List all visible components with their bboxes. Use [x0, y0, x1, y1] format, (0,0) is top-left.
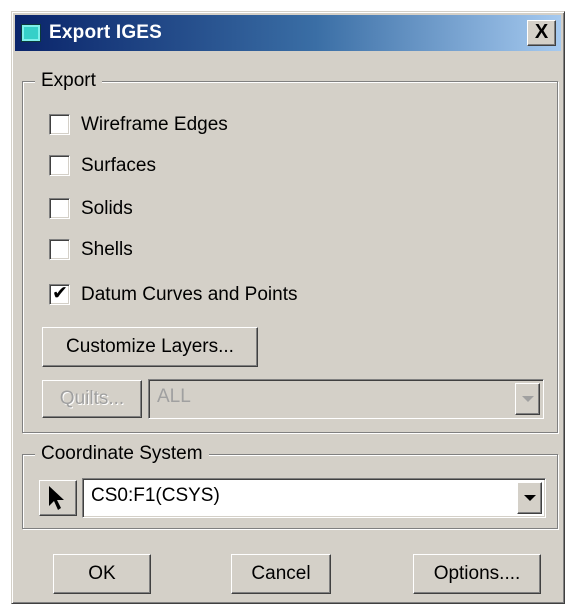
quilts-button[interactable]: Quilts... [42, 380, 142, 418]
cursor-arrow-icon [49, 486, 64, 510]
close-button[interactable]: X [527, 20, 556, 46]
app-icon [21, 24, 41, 42]
coordinate-system-value: CS0:F1(CSYS) [91, 485, 220, 506]
surfaces-label: Surfaces [81, 155, 156, 176]
export-group-label: Export [35, 70, 102, 92]
title-bar[interactable]: Export IGES X [15, 15, 561, 51]
coordinate-system-select[interactable]: CS0:F1(CSYS) [82, 478, 546, 518]
export-iges-dialog: Export IGES X Export Wireframe Edges Sur… [11, 11, 565, 604]
datum-curves-points-label: Datum Curves and Points [81, 284, 298, 305]
wireframe-edges-label: Wireframe Edges [81, 114, 228, 135]
quilts-dropdown-button[interactable] [515, 383, 540, 415]
wireframe-edges-checkbox[interactable] [49, 114, 70, 135]
ok-button[interactable]: OK [53, 554, 151, 594]
solids-label: Solids [81, 198, 133, 219]
check-mark-icon: ✔ [52, 283, 68, 304]
quilts-select-value: ALL [157, 386, 191, 407]
datum-curves-points-checkbox[interactable]: ✔ [49, 283, 70, 305]
chevron-down-icon [522, 396, 534, 402]
coordinate-system-label: Coordinate System [35, 443, 209, 465]
surfaces-checkbox[interactable] [49, 155, 70, 176]
dialog-title: Export IGES [49, 22, 163, 43]
solids-checkbox[interactable] [49, 198, 70, 219]
options-button[interactable]: Options.... [413, 554, 541, 594]
shells-label: Shells [81, 239, 133, 260]
select-coordinate-system-button[interactable] [39, 480, 77, 516]
chevron-down-icon [524, 495, 536, 501]
cancel-button[interactable]: Cancel [231, 554, 331, 594]
coordinate-system-dropdown-button[interactable] [517, 482, 542, 514]
close-icon: X [534, 21, 549, 43]
coordinate-system-group: Coordinate System CS0:F1(CSYS) [22, 443, 558, 529]
customize-layers-button[interactable]: Customize Layers... [42, 327, 258, 367]
quilts-select[interactable]: ALL [148, 379, 544, 419]
shells-checkbox[interactable] [49, 239, 70, 260]
export-group: Export Wireframe Edges Surfaces Solids S… [22, 70, 558, 433]
